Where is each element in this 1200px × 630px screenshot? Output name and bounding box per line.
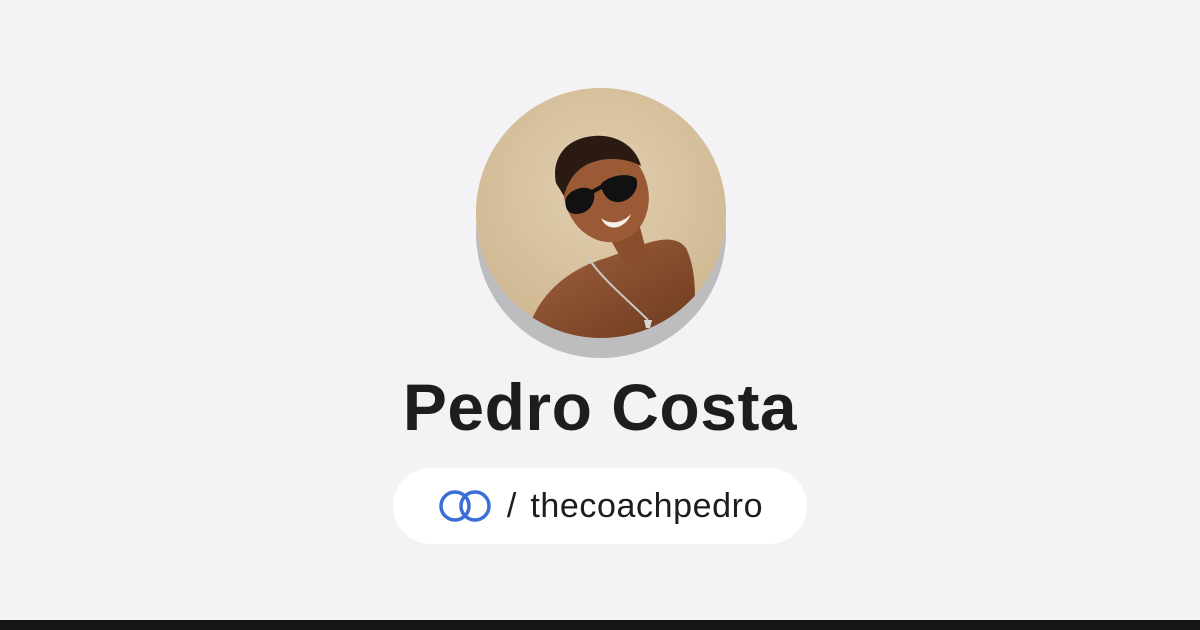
avatar-container	[476, 88, 726, 358]
profile-handle: thecoachpedro	[530, 487, 764, 525]
avatar-photo	[476, 88, 726, 338]
linked-rings-icon	[437, 488, 493, 524]
profile-link-pill[interactable]: / thecoachpedro	[393, 468, 807, 544]
profile-name: Pedro Costa	[402, 370, 798, 444]
avatar	[476, 88, 726, 338]
handle-separator: /	[506, 487, 517, 525]
bottom-bar	[0, 620, 1200, 630]
